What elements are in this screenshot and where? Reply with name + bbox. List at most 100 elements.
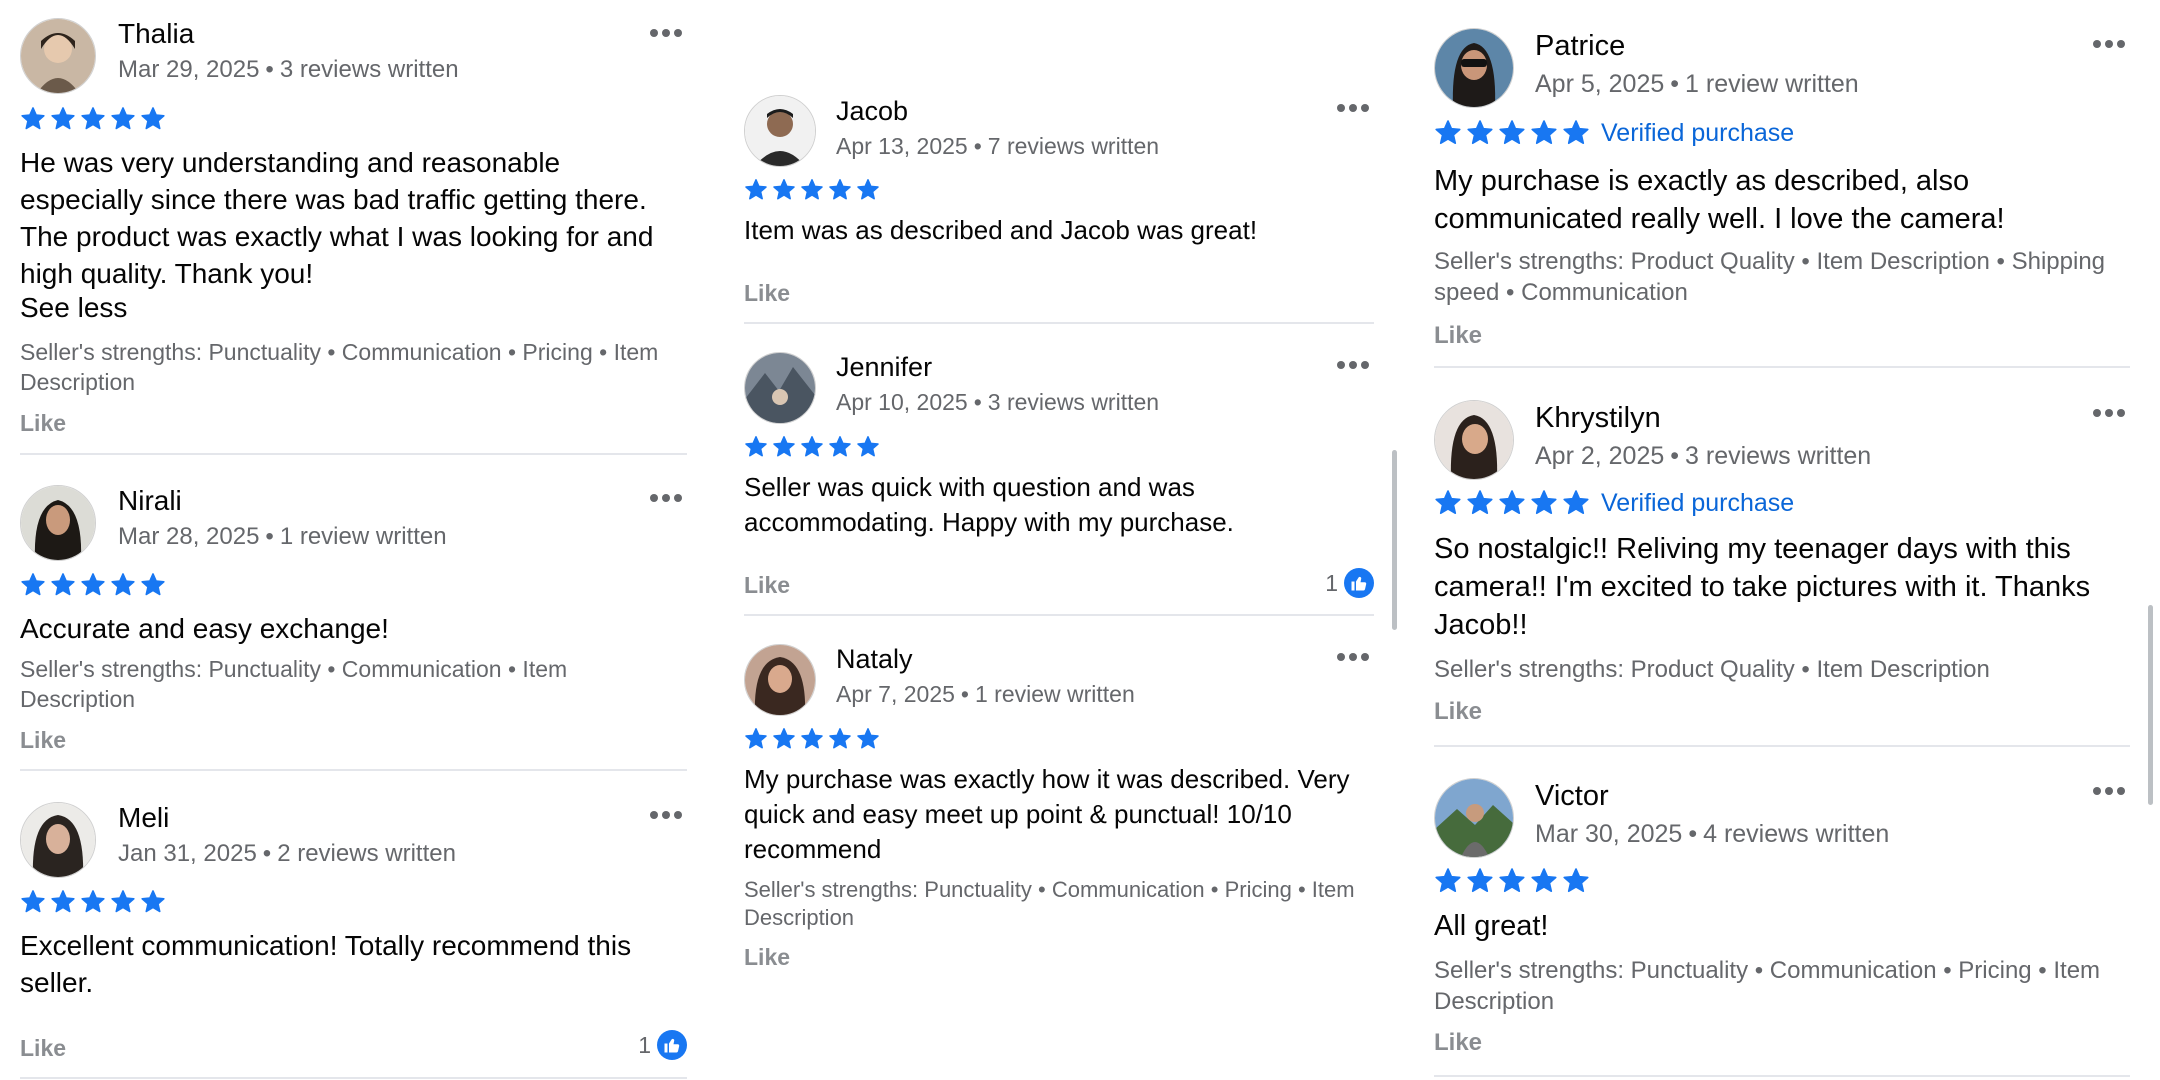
review-count: 1 review written: [974, 681, 1135, 707]
star-rating: [1434, 490, 1590, 516]
separator-dot: •: [262, 840, 272, 867]
review-column-1: Thalia Mar 29, 2025 • 3 reviews written He…: [20, 0, 687, 1080]
more-options-icon[interactable]: [2092, 36, 2126, 48]
more-options-icon[interactable]: [2092, 405, 2126, 417]
separator-dot: •: [1670, 442, 1680, 470]
avatar[interactable]: [744, 644, 816, 716]
reviewer-name[interactable]: Victor: [1535, 780, 1609, 813]
reviewer-name[interactable]: Nirali: [118, 485, 182, 517]
verified-purchase-label: Verified purchase: [1601, 489, 1795, 517]
star-rating: [744, 434, 880, 460]
review-date: Mar 28, 2025: [118, 523, 260, 550]
like-button[interactable]: Like: [20, 727, 66, 754]
divider: [1434, 1075, 2130, 1077]
more-options-icon[interactable]: [2092, 783, 2126, 795]
avatar[interactable]: [1434, 400, 1514, 480]
review-count: 7 reviews written: [987, 133, 1160, 159]
review-card: Jennifer Apr 10, 2025 • 3 reviews written …: [744, 324, 1374, 616]
more-options-icon[interactable]: [649, 490, 683, 502]
review-date: Apr 13, 2025: [836, 133, 968, 159]
verified-purchase-label: Verified purchase: [1601, 119, 1795, 147]
star-icon: [857, 728, 879, 749]
like-reaction[interactable]: 1: [1325, 568, 1374, 598]
reviewer-name[interactable]: Nataly: [836, 644, 913, 675]
review-card: Jacob Apr 13, 2025 • 7 reviews written Ite…: [744, 0, 1374, 324]
star-icon: [829, 436, 851, 457]
star-icon: [1563, 868, 1589, 893]
review-meta: Mar 30, 2025 • 4 reviews written: [1535, 820, 1889, 849]
star-icon: [773, 179, 795, 200]
review-count: 1 review written: [1685, 70, 1859, 98]
more-options-icon[interactable]: [1336, 357, 1370, 369]
more-options-icon[interactable]: [1336, 100, 1370, 112]
more-options-icon[interactable]: [649, 807, 683, 819]
avatar[interactable]: [1434, 28, 1514, 108]
separator-dot: •: [973, 133, 982, 159]
like-button[interactable]: Like: [20, 410, 66, 437]
avatar[interactable]: [744, 95, 816, 167]
reviewer-name[interactable]: Thalia: [118, 18, 194, 50]
like-button[interactable]: Like: [744, 944, 790, 971]
thumbs-up-icon: [1344, 568, 1374, 598]
scrollbar-column-2[interactable]: [1392, 450, 1397, 630]
star-icon: [141, 107, 165, 130]
review-text: So nostalgic!! Reliving my teenager days…: [1434, 533, 2091, 641]
review-text: He was very understanding and reasonable…: [20, 147, 654, 289]
review-meta: Apr 2, 2025 • 3 reviews written: [1535, 442, 1871, 471]
review-text: My purchase was exactly how it was descr…: [744, 764, 1350, 864]
avatar[interactable]: [20, 18, 96, 94]
seller-strengths: Seller's strengths: Punctuality • Commun…: [1434, 957, 2101, 1015]
star-icon: [857, 179, 879, 200]
star-icon: [773, 728, 795, 749]
star-icon: [111, 573, 135, 596]
star-icon: [111, 107, 135, 130]
like-reaction[interactable]: 1: [638, 1030, 687, 1060]
more-options-icon[interactable]: [1336, 649, 1370, 661]
star-icon: [1435, 868, 1461, 893]
reviewer-name[interactable]: Patrice: [1535, 30, 1625, 63]
star-icon: [21, 107, 45, 130]
star-icon: [801, 728, 823, 749]
reviewer-name[interactable]: Jacob: [836, 96, 908, 127]
separator-dot: •: [265, 56, 274, 83]
avatar[interactable]: [1434, 778, 1514, 858]
review-text: Accurate and easy exchange!: [20, 613, 389, 644]
avatar[interactable]: [744, 352, 816, 424]
avatar[interactable]: [20, 802, 96, 878]
more-options-icon[interactable]: [649, 25, 683, 37]
review-meta: Mar 28, 2025 • 1 review written: [118, 523, 447, 551]
seller-strengths: Seller's strengths: Product Quality • It…: [1434, 248, 2106, 306]
review-count: 2 reviews written: [277, 840, 456, 867]
divider: [20, 453, 687, 455]
star-icon: [81, 573, 105, 596]
review-date: Apr 2, 2025: [1535, 442, 1665, 470]
star-icon: [51, 890, 75, 913]
star-icon: [1435, 120, 1461, 145]
reviewer-name[interactable]: Meli: [118, 802, 169, 834]
star-icon: [1467, 490, 1493, 515]
star-rating: [20, 106, 166, 132]
review-meta: Apr 7, 2025 • 1 review written: [836, 681, 1135, 708]
scrollbar-column-3[interactable]: [2148, 605, 2153, 805]
star-icon: [1531, 868, 1557, 893]
review-card: Khrystilyn Apr 2, 2025 • 3 reviews written…: [1434, 370, 2130, 747]
like-button[interactable]: Like: [20, 1035, 66, 1062]
star-icon: [141, 573, 165, 596]
avatar[interactable]: [20, 485, 96, 561]
like-button[interactable]: Like: [1434, 698, 1482, 726]
review-card: Meli Jan 31, 2025 • 2 reviews written Exce…: [20, 782, 687, 1080]
like-button[interactable]: Like: [744, 572, 790, 599]
star-rating: [1434, 868, 1590, 894]
reviewer-name[interactable]: Khrystilyn: [1535, 402, 1661, 435]
star-icon: [1467, 120, 1493, 145]
review-meta: Apr 5, 2025 • 1 review written: [1535, 70, 1859, 99]
star-icon: [829, 728, 851, 749]
like-button[interactable]: Like: [1434, 1029, 1482, 1057]
seller-strengths: Seller's strengths: Punctuality • Commun…: [744, 877, 1355, 930]
see-less-link[interactable]: See less: [20, 292, 127, 324]
review-column-3: Patrice Apr 5, 2025 • 1 review written Ver…: [1434, 0, 2130, 1080]
reviewer-name[interactable]: Jennifer: [836, 352, 932, 383]
like-button[interactable]: Like: [1434, 322, 1482, 350]
like-button[interactable]: Like: [744, 280, 790, 307]
star-icon: [111, 890, 135, 913]
